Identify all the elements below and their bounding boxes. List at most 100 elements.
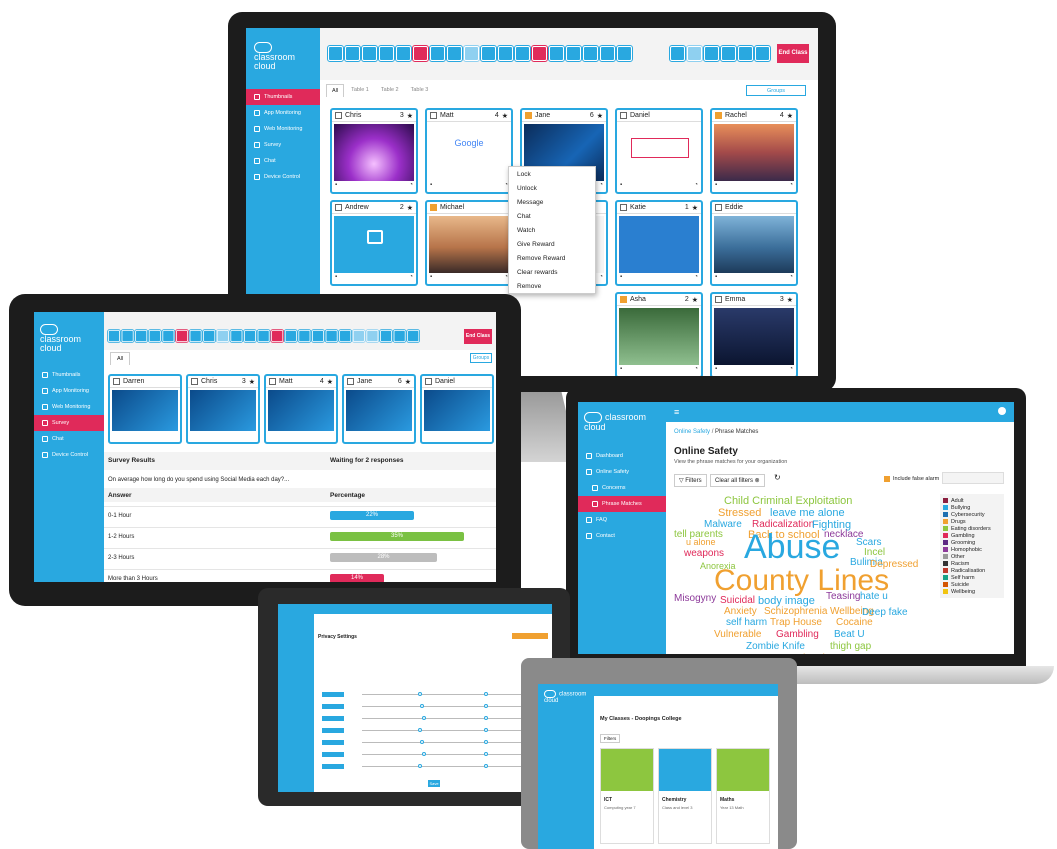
end-class-button[interactable]: End Class: [777, 44, 809, 63]
nav-dashboard[interactable]: Dashboard: [578, 448, 666, 464]
check-icon[interactable]: [720, 45, 737, 62]
screen-thumbnail[interactable]: [714, 308, 794, 365]
slider-handle[interactable]: [420, 704, 424, 708]
select-checkbox[interactable]: [430, 204, 437, 211]
tool-button[interactable]: [412, 45, 429, 62]
tool-button[interactable]: [324, 329, 339, 343]
slider-track[interactable]: [362, 718, 532, 719]
slider-handle[interactable]: [418, 728, 422, 732]
nav-device-control[interactable]: Device Control: [34, 447, 104, 463]
context-menu-item[interactable]: Chat: [509, 209, 595, 223]
select-checkbox[interactable]: [430, 112, 437, 119]
groups-button[interactable]: Groups: [746, 85, 806, 96]
slider-handle[interactable]: [418, 764, 422, 768]
nav-chat[interactable]: Chat: [246, 153, 320, 169]
slider-track[interactable]: [362, 730, 532, 731]
tool-button[interactable]: [599, 45, 616, 62]
tool-button[interactable]: [429, 45, 446, 62]
student-card[interactable]: Darren: [108, 374, 182, 444]
tool-button[interactable]: [480, 45, 497, 62]
tool-button[interactable]: [283, 329, 298, 343]
slider-handle[interactable]: [484, 752, 488, 756]
nav-online-safety[interactable]: Online Safety: [578, 464, 666, 480]
slider-track[interactable]: [362, 766, 532, 767]
select-checkbox[interactable]: [335, 204, 342, 211]
slider-handle[interactable]: [484, 692, 488, 696]
zoom-out-icon[interactable]: [686, 45, 703, 62]
tool-button[interactable]: [120, 329, 135, 343]
cloud-word[interactable]: Trap House: [770, 618, 822, 628]
tool-button[interactable]: [243, 329, 257, 343]
tool-button[interactable]: [565, 45, 582, 62]
save-button[interactable]: Save: [428, 780, 440, 787]
cloud-word[interactable]: Teasing: [826, 592, 860, 602]
nav-web-monitoring[interactable]: Web Monitoring: [246, 121, 320, 137]
screen-thumbnail[interactable]: [714, 124, 794, 181]
user-icon[interactable]: [998, 407, 1006, 415]
context-menu-item[interactable]: Remove: [509, 279, 595, 293]
view-toggle[interactable]: [942, 472, 1004, 484]
tool-button[interactable]: [270, 329, 285, 343]
context-menu-item[interactable]: Clear rewards: [509, 265, 595, 279]
context-menu-item[interactable]: Watch: [509, 223, 595, 237]
slider-handle[interactable]: [484, 740, 488, 744]
tool-button[interactable]: [548, 45, 565, 62]
context-menu-item[interactable]: Message: [509, 195, 595, 209]
screen-thumbnail[interactable]: [619, 216, 699, 273]
class-tile[interactable]: Chemistry Class and level 3: [658, 748, 712, 844]
student-card[interactable]: Rachel 4 ★ ▪ ◔: [710, 108, 798, 194]
clear-filters-button[interactable]: Clear all filters ⊗: [710, 474, 765, 487]
breadcrumb-root[interactable]: Online Safety: [674, 429, 710, 435]
slider-track[interactable]: [362, 754, 532, 755]
refresh-icon[interactable]: ↻: [774, 473, 781, 482]
screen-thumbnail[interactable]: [190, 390, 256, 431]
cloud-word[interactable]: leave me alone: [770, 508, 845, 519]
tool-button[interactable]: [406, 329, 421, 343]
nav-thumbnails[interactable]: Thumbnails: [246, 89, 320, 105]
slider-handle[interactable]: [484, 764, 488, 768]
cloud-word[interactable]: u alone: [686, 538, 716, 547]
tool-button[interactable]: [134, 329, 148, 343]
end-class-button[interactable]: End Class: [464, 329, 492, 344]
cloud-word[interactable]: Gambling: [776, 630, 819, 640]
select-checkbox[interactable]: [335, 112, 342, 119]
tab-table-1[interactable]: Table 1: [346, 84, 374, 97]
tool-button[interactable]: [188, 329, 203, 343]
nav-survey[interactable]: Survey: [34, 415, 104, 431]
slider-handle[interactable]: [422, 752, 426, 756]
select-checkbox[interactable]: [347, 378, 354, 385]
screen-thumbnail[interactable]: [346, 390, 412, 431]
tool-button[interactable]: [497, 45, 514, 62]
student-card[interactable]: Chris 3 ★: [186, 374, 260, 444]
cloud-word[interactable]: Abuse: [744, 530, 840, 564]
layout-icon[interactable]: [737, 45, 754, 62]
cloud-word[interactable]: hate u: [860, 592, 888, 602]
cloud-word[interactable]: Anxiety: [724, 607, 757, 617]
tool-button[interactable]: [446, 45, 463, 62]
nav-app-monitoring[interactable]: App Monitoring: [34, 383, 104, 399]
slider-handle[interactable]: [422, 716, 426, 720]
nav-app-monitoring[interactable]: App Monitoring: [246, 105, 320, 121]
context-menu-item[interactable]: Give Reward: [509, 237, 595, 251]
tool-button[interactable]: [395, 45, 412, 62]
tool-button[interactable]: [202, 329, 217, 343]
tool-button[interactable]: [392, 329, 407, 343]
student-card[interactable]: Daniel ▪ ◔: [615, 108, 703, 194]
student-card[interactable]: Michael ▪ ◔: [425, 200, 513, 286]
slider-track[interactable]: [362, 694, 532, 695]
nav-device-control[interactable]: Device Control: [246, 169, 320, 185]
tool-button[interactable]: [297, 329, 312, 343]
cloud-word[interactable]: Child Criminal Exploitation: [724, 496, 852, 507]
filters-button[interactable]: ▽ Filters: [674, 474, 707, 487]
student-card[interactable]: Katie 1 ★ ▪ ◔: [615, 200, 703, 286]
tool-button[interactable]: [327, 45, 344, 62]
student-card[interactable]: Matt 4 ★ Google ▪ ◔: [425, 108, 513, 194]
cloud-word[interactable]: Suicidal: [720, 596, 755, 606]
student-card[interactable]: Andrew 2 ★ ▪ ◔: [330, 200, 418, 286]
nav-survey[interactable]: Survey: [246, 137, 320, 153]
select-checkbox[interactable]: [620, 112, 627, 119]
screen-thumbnail[interactable]: [268, 390, 334, 431]
select-checkbox[interactable]: [715, 112, 722, 119]
tool-button[interactable]: [463, 45, 480, 62]
select-checkbox[interactable]: [715, 296, 722, 303]
